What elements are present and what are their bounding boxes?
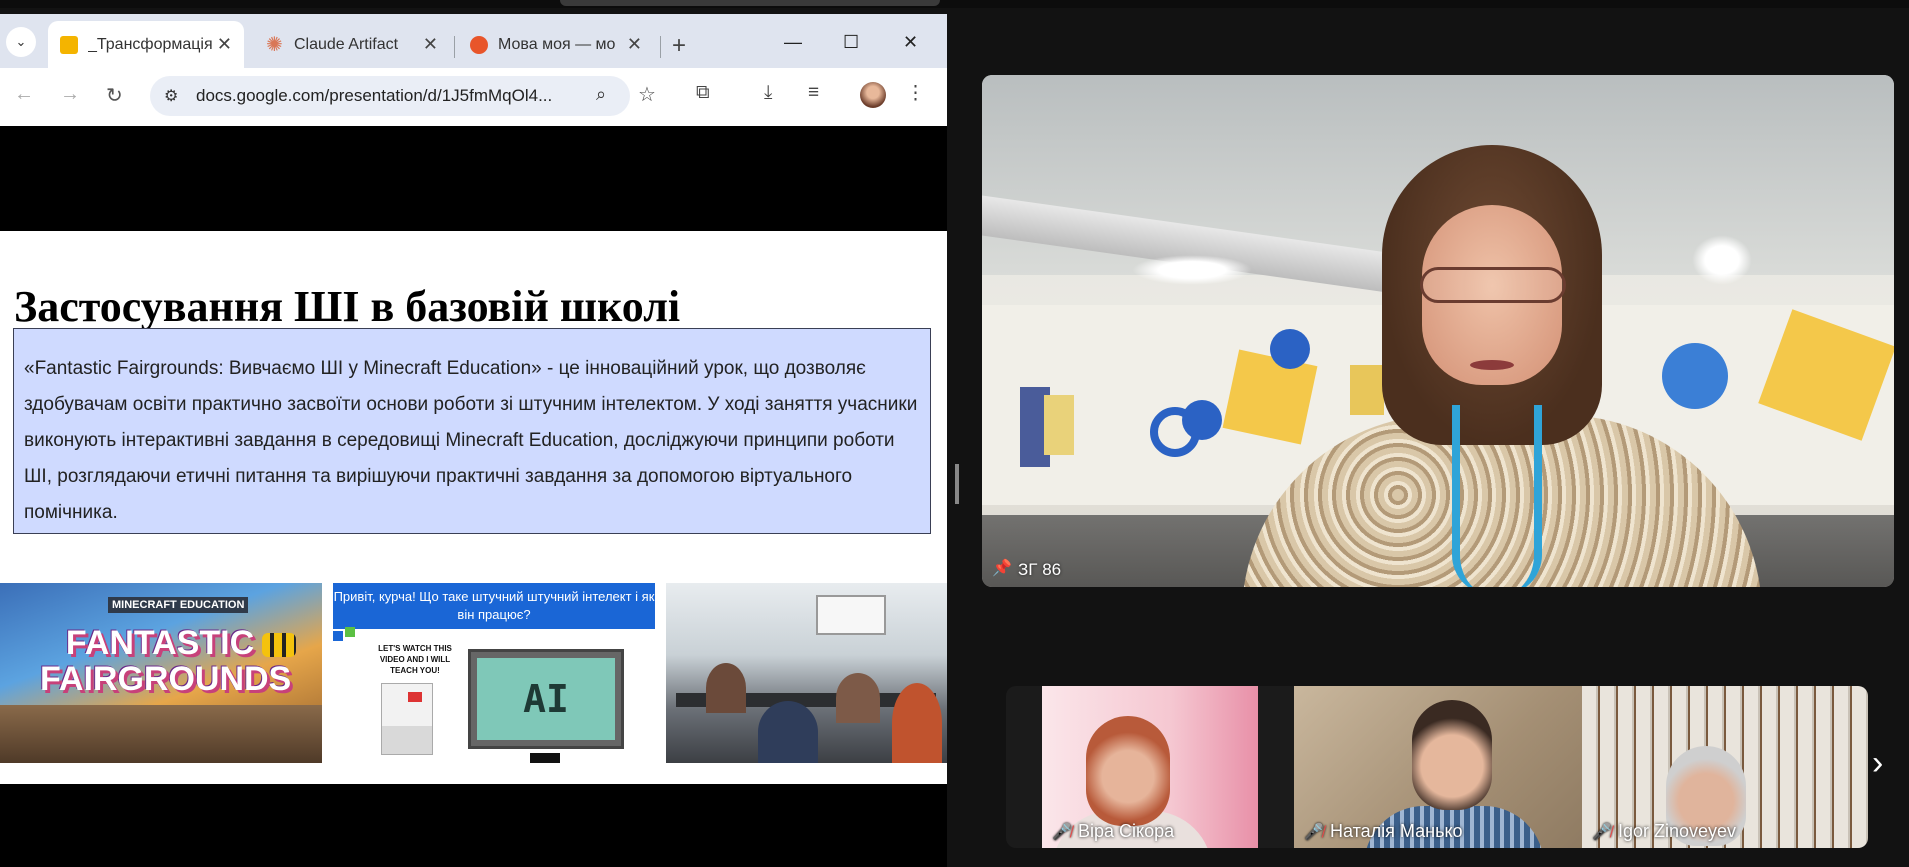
close-tab-icon[interactable]: ✕: [217, 34, 232, 55]
new-tab-button[interactable]: +: [672, 32, 686, 60]
tab-search-button[interactable]: ⌄: [6, 27, 36, 57]
ceiling-light: [1132, 255, 1252, 285]
participant-head: [1086, 716, 1170, 826]
student-figure: [706, 663, 746, 713]
chevron-down-icon: ⌄: [15, 34, 27, 49]
tab-claude-artifact[interactable]: ✺ Claude Artifact ✕: [254, 21, 450, 68]
speaker-lanyard: [1452, 405, 1542, 587]
menu-kebab-icon[interactable]: ⋮: [906, 82, 925, 105]
download-icon[interactable]: ⤓: [764, 82, 772, 104]
student-figure: [758, 701, 818, 763]
screen: ⌄ _Трансформація ✕ ✺ Claude Artifact ✕ М…: [0, 0, 1909, 867]
top-edge: [0, 0, 1909, 8]
close-tab-icon[interactable]: ✕: [627, 34, 642, 55]
minimize-button[interactable]: —: [784, 32, 802, 53]
bookmark-star-icon[interactable]: ☆: [638, 82, 656, 107]
chicken-speech-text: LET'S WATCH THIS VIDEO AND I WILL TEACH …: [378, 644, 452, 675]
main-video-label: ЗГ 86: [1018, 560, 1062, 579]
video-card-banner: Привіт, курча! Що таке штучний штучний і…: [333, 583, 655, 629]
minecraft-education-logo: MINECRAFT EDUCATION: [108, 597, 249, 613]
reload-button[interactable]: ↻: [106, 83, 123, 108]
tab-title: Мова моя — мо: [498, 35, 616, 53]
wall-decor-circle: [1662, 343, 1728, 409]
speaker-glasses: [1420, 267, 1566, 303]
mic-off-icon: 🎤̸: [1052, 824, 1072, 841]
mic-off-icon: 🎤̸: [1592, 824, 1612, 841]
media-controls-icon[interactable]: ≡: [808, 82, 819, 104]
claude-favicon-icon: ✺: [266, 33, 283, 56]
participant-tile[interactable]: 🎤̸ Наталія Манько: [1294, 686, 1582, 848]
profile-avatar[interactable]: [860, 82, 886, 108]
slides-favicon-icon: [60, 35, 78, 54]
window-title-strip: [560, 0, 940, 6]
bee-icon: [262, 633, 296, 657]
wall-decor-circle: [1270, 329, 1310, 369]
tab-title: _Трансформація: [88, 35, 213, 53]
participant-tile[interactable]: 🎤̸ Віра Сікора: [1042, 686, 1258, 848]
participant-tile[interactable]: 🎤̸ Igor Zinoveyev: [1582, 686, 1868, 848]
zoom-icon[interactable]: ⌕: [596, 84, 606, 105]
url-text[interactable]: docs.google.com/presentation/d/1J5fmMqOl…: [196, 86, 576, 106]
forward-button[interactable]: →: [60, 83, 80, 106]
browser-toolbar: ← → ↻ ⚙ docs.google.com/presentation/d/1…: [0, 68, 947, 126]
tab-mova-moya[interactable]: Мова моя — мо ✕: [458, 21, 654, 68]
site-settings-icon[interactable]: ⚙: [164, 86, 178, 106]
chicken-icon: [381, 683, 433, 755]
browser-window: ⌄ _Трансформація ✕ ✺ Claude Artifact ✕ М…: [0, 14, 947, 867]
ai-video-card-image: Привіт, курча! Що таке штучний штучний і…: [333, 583, 655, 763]
participant-name: Віра Сікора: [1078, 821, 1175, 841]
tab-presentation[interactable]: _Трансформація ✕: [48, 21, 244, 68]
participant-head: [1412, 700, 1492, 810]
participant-name: Наталія Манько: [1330, 821, 1463, 841]
decor-square: [333, 631, 343, 641]
slide-text-box: «Fantastic Fairgrounds: Вивчаємо ШІ у Mi…: [13, 328, 931, 534]
site-favicon-icon: [470, 35, 488, 54]
tab-separator: [660, 36, 661, 58]
scene-ground: [0, 705, 322, 763]
wall-decor-circle: [1182, 400, 1222, 440]
speaker-mouth: [1470, 360, 1514, 370]
participant-strip: 🎤̸ Віра Сікора 🎤̸ Наталія Манько 🎤̸ Igor…: [1006, 686, 1868, 848]
participant-name: Igor Zinoveyev: [1618, 821, 1737, 841]
maximize-button[interactable]: ☐: [843, 32, 859, 53]
close-window-button[interactable]: ✕: [903, 32, 918, 53]
extensions-icon[interactable]: ⧉: [696, 82, 710, 104]
tab-bar: ⌄ _Трансформація ✕ ✺ Claude Artifact ✕ М…: [0, 14, 947, 68]
student-figure: [892, 683, 942, 763]
back-button[interactable]: ←: [14, 83, 34, 106]
next-participants-chevron-icon[interactable]: ›: [1872, 744, 1883, 783]
main-video-tile[interactable]: 📌 ЗГ 86: [982, 75, 1894, 587]
slide-title: Застосування ШІ в базовій школі: [14, 282, 681, 331]
tab-separator: [454, 36, 455, 58]
fantastic-fairgrounds-title: FANTASTIC FAIRGROUNDS: [40, 624, 292, 698]
wall-poster: [1044, 395, 1074, 455]
student-figure: [836, 673, 880, 723]
classroom-screen: [816, 595, 886, 635]
minecraft-fairgrounds-image: MINECRAFT EDUCATION FANTASTIC FAIRGROUND…: [0, 583, 322, 763]
ceiling-light: [1692, 235, 1752, 285]
monitor-screen-text: AI: [477, 658, 615, 740]
split-resize-handle[interactable]: [955, 464, 959, 504]
mic-off-icon: 🎤̸: [1304, 824, 1324, 841]
wall-poster: [1350, 365, 1384, 415]
close-tab-icon[interactable]: ✕: [423, 34, 438, 55]
classroom-photo: [666, 583, 947, 763]
tab-title: Claude Artifact: [294, 35, 399, 53]
monitor-stand: [530, 753, 560, 763]
decor-square: [345, 627, 355, 637]
monitor-icon: AI: [468, 649, 624, 749]
pin-icon[interactable]: 📌: [992, 558, 1012, 578]
address-bar[interactable]: ⚙ docs.google.com/presentation/d/1J5fmMq…: [150, 76, 630, 116]
presentation-slide: Застосування ШІ в базовій школі «Fantast…: [0, 231, 947, 784]
